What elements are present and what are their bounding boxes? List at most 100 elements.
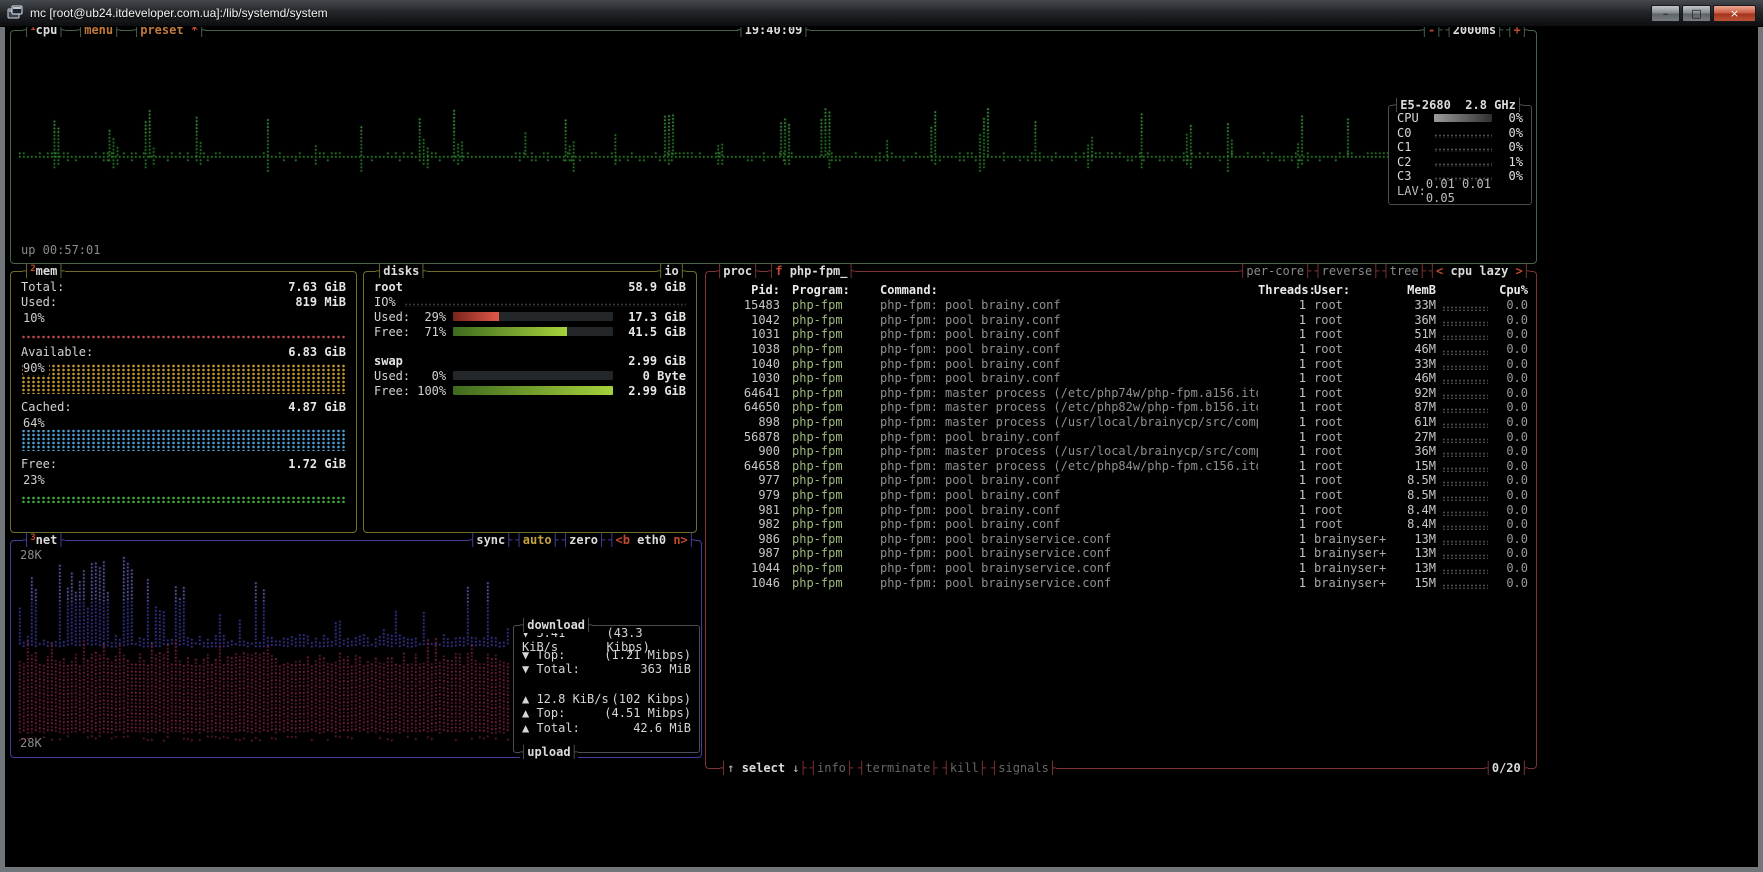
net-panel-label: net bbox=[36, 533, 58, 548]
proc-row[interactable]: 981php-fpmphp-fpm: pool brainy.conf1root… bbox=[714, 502, 1528, 517]
net-traffic-label: ▲ 12.8 KiB/s bbox=[522, 692, 609, 706]
proc-filter-input[interactable]: f php-fpm_ bbox=[768, 264, 855, 279]
proc-footer-kill[interactable]: kill bbox=[943, 761, 986, 776]
proc-rows: 15483php-fpmphp-fpm: pool brainy.conf1ro… bbox=[714, 298, 1528, 590]
interval-value: 2000ms bbox=[1445, 27, 1503, 38]
proc-user: root bbox=[1314, 342, 1394, 356]
proc-pid: 1046 bbox=[714, 576, 780, 590]
uptime-text: up 00:57:01 bbox=[21, 243, 100, 257]
proc-row[interactable]: 64650php-fpmphp-fpm: master process (/et… bbox=[714, 400, 1528, 415]
maximize-button[interactable]: □ bbox=[1682, 5, 1711, 22]
proc-footer-terminate[interactable]: terminate bbox=[858, 761, 938, 776]
net-interface-switch[interactable]: <b eth0 n> bbox=[608, 533, 695, 548]
disk-name: swap bbox=[374, 354, 403, 368]
proc-row[interactable]: 982php-fpmphp-fpm: pool brainy.conf1root… bbox=[714, 517, 1528, 532]
proc-row[interactable]: 1040php-fpmphp-fpm: pool brainy.conf1roo… bbox=[714, 356, 1528, 371]
proc-command: php-fpm: pool brainyservice.conf bbox=[880, 532, 1258, 546]
net-toggle-sync[interactable]: sync bbox=[469, 533, 512, 548]
mem-panel: 2mem Total:7.63 GiBUsed:819 MiB10%Availa… bbox=[10, 271, 357, 533]
proc-row[interactable]: 1030php-fpmphp-fpm: pool brainy.conf1roo… bbox=[714, 371, 1528, 386]
proc-mem: 87M bbox=[1394, 400, 1436, 414]
proc-command: php-fpm: pool brainyservice.conf bbox=[880, 561, 1258, 575]
proc-cpu-graph bbox=[1442, 394, 1488, 399]
select-down-arrow[interactable]: ↓ bbox=[792, 761, 799, 776]
interval-increase-button[interactable]: + bbox=[1506, 27, 1528, 38]
disks-body: root58.9 GiBIO%Used:29%17.3 GiBFree:71%4… bbox=[364, 272, 696, 532]
proc-row[interactable]: 977php-fpmphp-fpm: pool brainy.conf1root… bbox=[714, 473, 1528, 488]
proc-row[interactable]: 986php-fpmphp-fpm: pool brainyservice.co… bbox=[714, 532, 1528, 547]
proc-threads: 1 bbox=[1258, 415, 1306, 429]
mem-stat-value: 7.63 GiB bbox=[288, 280, 346, 294]
menu-button[interactable]: menu bbox=[77, 27, 120, 38]
disk-name: root bbox=[374, 280, 403, 294]
select-control[interactable]: ↑ select ↓ bbox=[720, 761, 807, 776]
cpu-core-label: C2 bbox=[1397, 155, 1429, 169]
net-traffic-label: ▲ Total: bbox=[522, 721, 580, 735]
mem-stat-row: Cached:4.87 GiB bbox=[21, 399, 346, 414]
proc-footer-signals[interactable]: signals bbox=[991, 761, 1056, 776]
preset-button[interactable]: preset * bbox=[133, 27, 205, 38]
proc-panel: proc f php-fpm_ per-corereversetree < cp… bbox=[705, 271, 1537, 769]
disk-meter-row: Used:29%17.3 GiB bbox=[374, 309, 686, 324]
proc-threads: 1 bbox=[1258, 313, 1306, 327]
proc-toggle-tree[interactable]: tree bbox=[1382, 264, 1425, 279]
proc-row[interactable]: 1042php-fpmphp-fpm: pool brainy.conf1roo… bbox=[714, 313, 1528, 328]
proc-command: php-fpm: pool brainy.conf bbox=[880, 503, 1258, 517]
proc-toggle-per-core[interactable]: per-core bbox=[1239, 264, 1311, 279]
proc-row[interactable]: 1044php-fpmphp-fpm: pool brainyservice.c… bbox=[714, 561, 1528, 576]
proc-mem: 8.5M bbox=[1394, 473, 1436, 487]
proc-row[interactable]: 56878php-fpmphp-fpm: pool brainy.conf1ro… bbox=[714, 429, 1528, 444]
proc-row[interactable]: 900php-fpmphp-fpm: master process (/usr/… bbox=[714, 444, 1528, 459]
proc-pid: 1044 bbox=[714, 561, 780, 575]
disk-name-row: swap2.99 GiB bbox=[374, 353, 686, 368]
disk-meter-label: Used: bbox=[374, 369, 410, 383]
mem-stat-label: Total: bbox=[21, 280, 64, 294]
proc-command: php-fpm: pool brainy.conf bbox=[880, 327, 1258, 341]
proc-pid: 1042 bbox=[714, 313, 780, 327]
disk-size: 58.9 GiB bbox=[628, 280, 686, 294]
select-up-arrow[interactable]: ↑ bbox=[727, 761, 734, 776]
disk-meter-pct: 100% bbox=[412, 384, 446, 398]
cpu-core-pct: 0% bbox=[1497, 126, 1523, 140]
cpu-total-label: CPU bbox=[1397, 111, 1429, 125]
proc-program: php-fpm bbox=[792, 298, 880, 312]
upload-title: upload bbox=[520, 745, 578, 760]
proc-panel-label: proc bbox=[723, 264, 752, 279]
proc-row[interactable]: 987php-fpmphp-fpm: pool brainyservice.co… bbox=[714, 546, 1528, 561]
proc-row[interactable]: 1031php-fpmphp-fpm: pool brainy.conf1roo… bbox=[714, 327, 1528, 342]
proc-row[interactable]: 1046php-fpmphp-fpm: pool brainyservice.c… bbox=[714, 575, 1528, 590]
mem-body: Total:7.63 GiBUsed:819 MiB10%Available:6… bbox=[11, 272, 356, 532]
disk-io-graph bbox=[404, 303, 686, 307]
minimize-button[interactable]: – bbox=[1651, 5, 1680, 22]
proc-cpu-graph bbox=[1442, 335, 1488, 340]
net-traffic-row: ▲ Top:(4.51 Mibps) bbox=[514, 706, 699, 721]
proc-row[interactable]: 15483php-fpmphp-fpm: pool brainy.conf1ro… bbox=[714, 298, 1528, 313]
proc-threads: 1 bbox=[1258, 371, 1306, 385]
net-toggle-auto[interactable]: auto bbox=[516, 533, 559, 548]
proc-footer-info[interactable]: info bbox=[810, 761, 853, 776]
proc-toggle-reverse[interactable]: reverse bbox=[1314, 264, 1379, 279]
net-toggle-zero[interactable]: zero bbox=[562, 533, 605, 548]
proc-sort-control: < cpu lazy > bbox=[1429, 264, 1530, 279]
proc-row[interactable]: 1038php-fpmphp-fpm: pool brainy.conf1roo… bbox=[714, 342, 1528, 357]
interval-decrease-button[interactable]: - bbox=[1421, 27, 1443, 38]
proc-cpu: 0.0 bbox=[1488, 532, 1528, 546]
proc-row[interactable]: 64641php-fpmphp-fpm: master process (/et… bbox=[714, 386, 1528, 401]
proc-toggle-label: per-core bbox=[1246, 264, 1304, 279]
window-titlebar[interactable]: mc [root@ub24.itdeveloper.com.ua]:/lib/s… bbox=[0, 0, 1763, 27]
proc-cpu-graph bbox=[1442, 569, 1488, 574]
proc-user: root bbox=[1314, 357, 1394, 371]
proc-threads: 1 bbox=[1258, 444, 1306, 458]
sort-next-button[interactable]: > bbox=[1516, 264, 1523, 279]
proc-program: php-fpm bbox=[792, 459, 880, 473]
proc-threads: 1 bbox=[1258, 357, 1306, 371]
proc-cpu: 0.0 bbox=[1488, 327, 1528, 341]
proc-row[interactable]: 64658php-fpmphp-fpm: master process (/et… bbox=[714, 459, 1528, 474]
sort-prev-button[interactable]: < bbox=[1436, 264, 1443, 279]
proc-row[interactable]: 979php-fpmphp-fpm: pool brainy.conf1root… bbox=[714, 488, 1528, 503]
proc-program: php-fpm bbox=[792, 473, 880, 487]
proc-row[interactable]: 898php-fpmphp-fpm: master process (/usr/… bbox=[714, 415, 1528, 430]
clock-display: 19:40:09 bbox=[737, 27, 809, 38]
close-button[interactable]: × bbox=[1713, 5, 1756, 22]
mem-graph-fill bbox=[21, 364, 346, 394]
